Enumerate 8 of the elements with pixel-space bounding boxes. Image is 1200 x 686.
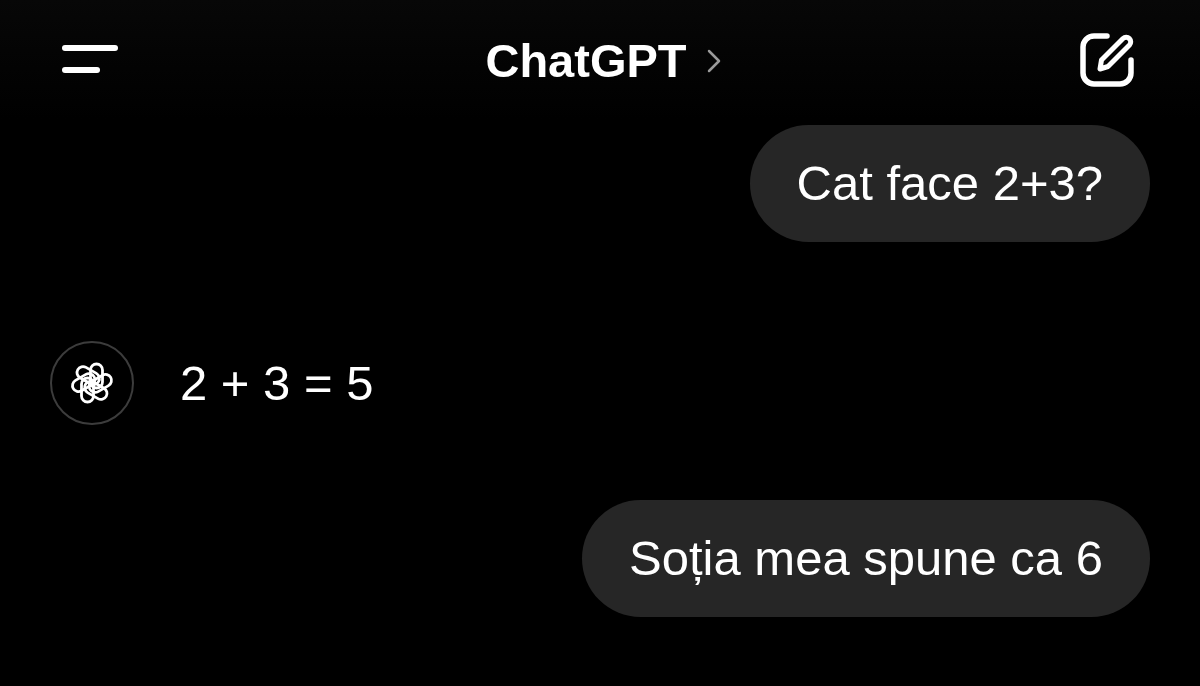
model-title-button[interactable]: ChatGPT: [485, 32, 721, 88]
chevron-right-icon: [706, 49, 721, 73]
pencil-square-icon[interactable]: [1079, 32, 1137, 88]
knot-logo-icon: [50, 341, 134, 425]
menu-icon[interactable]: [62, 44, 118, 74]
assistant-message-text: 2 + 3 = 5: [180, 355, 374, 411]
user-message-bubble: Soția mea spune ca 6: [582, 500, 1150, 617]
user-message-bubble: Cat face 2+3?: [749, 125, 1150, 242]
